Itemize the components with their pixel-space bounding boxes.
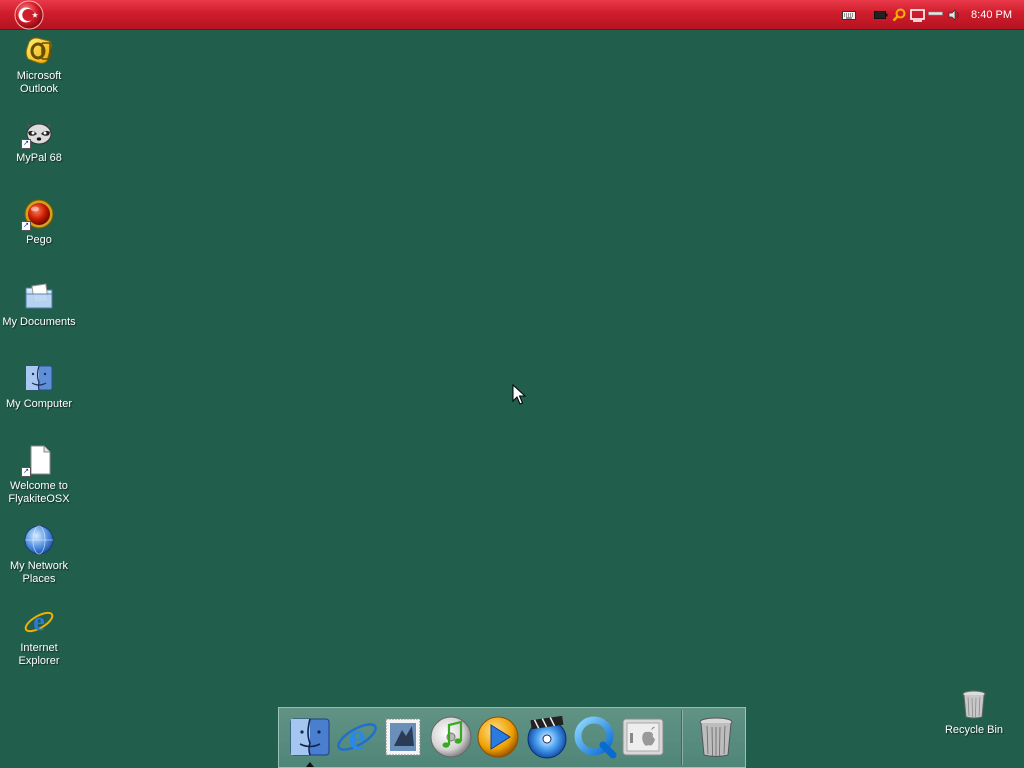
dock-separator [681, 710, 683, 765]
shortcut-arrow-icon: ↗ [21, 221, 31, 231]
dock-item-system-preferences[interactable] [620, 714, 666, 760]
desktop-icon-label: Internet Explorer [18, 642, 60, 667]
dock: e [278, 707, 746, 768]
desktop-icon-label: Recycle Bin [944, 724, 1004, 736]
turkish-flag-logo-icon [14, 0, 44, 30]
dvd-player-icon [527, 715, 567, 759]
dock-item-trash[interactable] [693, 714, 739, 760]
network-globe-icon [23, 524, 55, 556]
finder-icon [290, 718, 330, 756]
menu-bar: 8:40 PM [0, 0, 1024, 30]
mail-stamp-icon [385, 718, 421, 756]
dock-item-finder[interactable] [287, 714, 333, 760]
desktop-icon-my-computer[interactable]: My Computer [0, 362, 78, 411]
internet-explorer-icon: e [337, 716, 377, 758]
search-icon[interactable] [891, 7, 907, 23]
desktop-icon-label: MyPal 68 [16, 152, 62, 164]
desktop-icon-label: My Documents [2, 316, 76, 328]
trash-icon [958, 688, 990, 720]
svg-text:e: e [349, 716, 366, 758]
document-icon: ↗ [21, 444, 55, 477]
desktop-icon-internet-explorer[interactable]: e Internet Explorer [0, 606, 78, 668]
dock-item-dvd-player[interactable] [524, 714, 570, 760]
display-icon[interactable] [909, 7, 925, 23]
desktop-icon-label: Pego [26, 234, 52, 246]
clock[interactable]: 8:40 PM [971, 9, 1012, 21]
desktop-icon-my-documents[interactable]: My Documents [0, 280, 78, 329]
shortcut-arrow-icon: ↗ [21, 139, 31, 149]
keyboard-icon[interactable] [841, 7, 857, 23]
trash-icon [699, 717, 733, 757]
mypal-raccoon-icon: ↗ [21, 116, 55, 149]
itunes-icon [430, 716, 472, 758]
outlook-icon [23, 34, 55, 66]
desktop: 8:40 PM Microsoft Outlook ↗ MyPal 68 ↗ P… [0, 0, 1024, 768]
quicktime-icon [574, 716, 617, 759]
desktop-icon-mypal[interactable]: ↗ MyPal 68 [0, 116, 78, 165]
pego-icon: ↗ [21, 198, 55, 231]
dock-item-internet-explorer[interactable]: e [334, 714, 380, 760]
desktop-icon-microsoft-outlook[interactable]: Microsoft Outlook [0, 34, 78, 96]
media-player-icon [477, 716, 519, 758]
volume-icon[interactable] [945, 7, 961, 23]
dock-item-quicktime[interactable] [572, 714, 618, 760]
folder-icon [23, 280, 55, 312]
dock-item-mail[interactable] [380, 714, 426, 760]
shortcut-arrow-icon: ↗ [21, 467, 31, 477]
system-preferences-icon [622, 718, 664, 756]
battery-icon[interactable] [873, 7, 889, 23]
running-indicator-icon [306, 762, 314, 767]
svg-text:e: e [33, 607, 45, 636]
dock-item-itunes[interactable] [428, 714, 474, 760]
desktop-icon-label: Welcome to FlyakiteOSX [8, 480, 70, 505]
desktop-icon-label: Microsoft Outlook [16, 70, 62, 95]
desktop-icon-label: My Network Places [9, 560, 69, 585]
desktop-icon-label: My Computer [5, 398, 73, 410]
mouse-cursor-icon [512, 384, 526, 405]
dock-item-media-player[interactable] [475, 714, 521, 760]
desktop-icon-pego[interactable]: ↗ Pego [0, 198, 78, 247]
desktop-icon-recycle-bin[interactable]: Recycle Bin [935, 688, 1013, 737]
start-menu-button[interactable] [11, 0, 47, 30]
desktop-icon-welcome-flyakiteosx[interactable]: ↗ Welcome to FlyakiteOSX [0, 444, 78, 506]
system-tray: 8:40 PM [839, 0, 1024, 30]
internet-explorer-icon: e [23, 606, 55, 638]
finder-computer-icon [23, 362, 55, 394]
desktop-icon-my-network-places[interactable]: My Network Places [0, 524, 78, 586]
minimize-bar-icon[interactable] [927, 7, 943, 23]
